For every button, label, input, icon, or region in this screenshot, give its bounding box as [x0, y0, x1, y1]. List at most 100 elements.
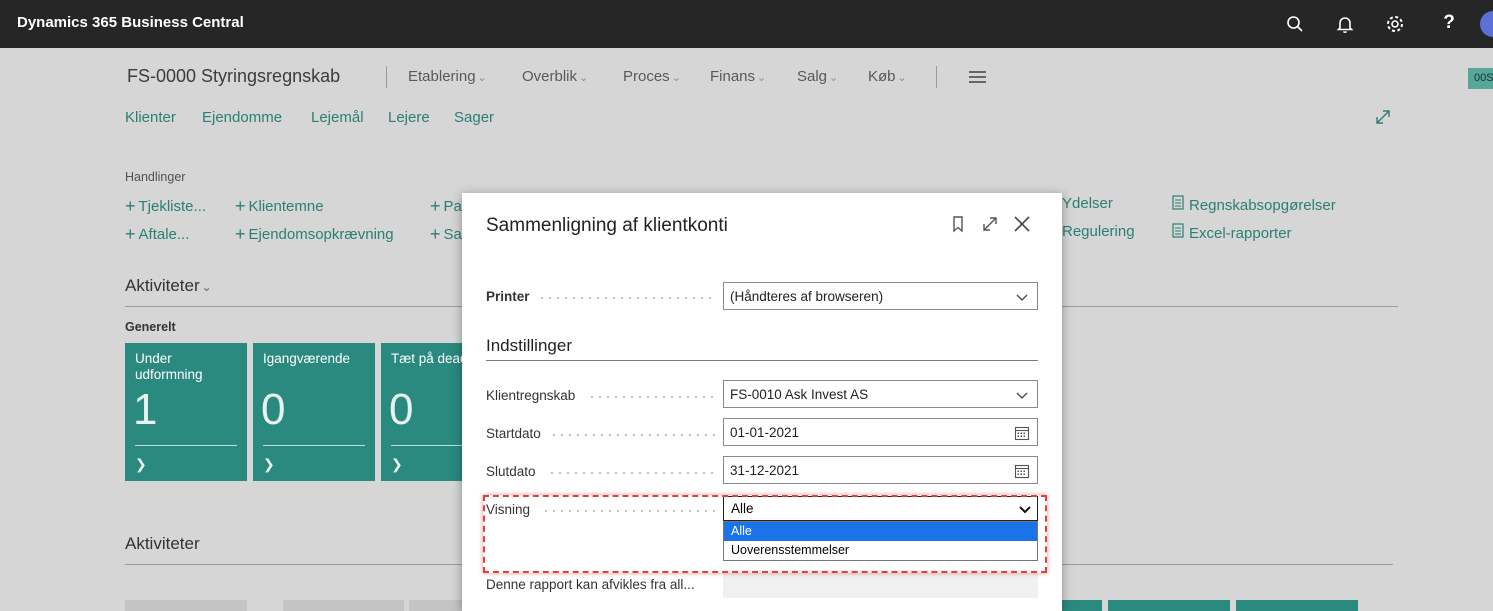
- plus-icon: +: [430, 224, 441, 244]
- chevron-down-icon: [1016, 392, 1028, 399]
- document-icon: [1172, 195, 1184, 214]
- expand-icon[interactable]: [1374, 108, 1392, 126]
- note-label: Denne rapport kan afvikles fra all...: [486, 577, 695, 592]
- top-bar: Dynamics 365 Business Central ?: [0, 0, 1493, 48]
- chevron-down-icon: ⌄: [671, 72, 681, 84]
- field-value: 31-12-2021: [730, 463, 800, 478]
- menu-proces[interactable]: Proces ⌄: [623, 68, 681, 85]
- printer-value: (Håndteres af browseren): [730, 289, 884, 304]
- nav-ejendomme[interactable]: Ejendomme: [202, 109, 282, 126]
- tile-divider: [135, 445, 237, 446]
- field-label: Startdato: [486, 426, 541, 441]
- menu-label: Proces: [623, 68, 670, 85]
- bell-icon[interactable]: [1333, 12, 1357, 36]
- help-icon[interactable]: ?: [1437, 12, 1461, 36]
- status-badge: 00S: [1468, 68, 1493, 89]
- action-sa[interactable]: + Sa: [430, 223, 462, 244]
- action-ejendomsopkraevning[interactable]: + Ejendomsopkrævning: [235, 223, 394, 244]
- leader-dots: [550, 434, 716, 436]
- cue-tile[interactable]: [409, 600, 462, 611]
- divider: [486, 360, 1038, 361]
- cue-tile[interactable]: [125, 600, 247, 611]
- nav-lejere[interactable]: Lejere: [388, 109, 430, 126]
- tile-divider: [263, 445, 365, 446]
- menu-label: Overblik: [522, 68, 578, 85]
- activity-tile[interactable]: Tæt på dead 0 ❯: [381, 343, 462, 481]
- activities-heading-2: Aktiviteter: [125, 534, 200, 553]
- menu-label: Finans: [710, 68, 756, 85]
- menu-kob[interactable]: Køb ⌄: [868, 68, 907, 85]
- leader-dots: [538, 297, 716, 299]
- calendar-icon[interactable]: [1014, 463, 1030, 479]
- plus-icon: +: [430, 196, 441, 216]
- gear-icon[interactable]: [1383, 12, 1407, 36]
- menu-salg[interactable]: Salg ⌄: [797, 68, 838, 85]
- nav-lejemaal[interactable]: Lejemål: [311, 109, 364, 126]
- hamburger-icon[interactable]: [969, 71, 986, 83]
- action-label: Excel-rapporter: [1189, 225, 1292, 242]
- actions-label: Handlinger: [125, 170, 186, 184]
- cue-tile[interactable]: [1236, 600, 1358, 611]
- slutdato-input[interactable]: 31-12-2021: [723, 456, 1038, 484]
- action-label: Klientemne: [248, 198, 324, 215]
- cue-tile[interactable]: [283, 600, 404, 611]
- company-name[interactable]: FS-0000 Styringsregnskab: [127, 66, 340, 87]
- chevron-down-icon: ⌄: [897, 72, 907, 84]
- tile-divider: [391, 445, 462, 446]
- action-ydelser[interactable]: Ydelser: [1062, 195, 1113, 212]
- plus-icon: +: [235, 196, 246, 216]
- bookmark-icon[interactable]: [948, 214, 968, 234]
- action-tjekliste[interactable]: + Tjekliste...: [125, 195, 206, 216]
- tile-name: Igangværende: [263, 351, 351, 366]
- action-regulering[interactable]: Regulering: [1062, 223, 1135, 240]
- menu-label: Etablering: [408, 68, 476, 85]
- action-aftale[interactable]: + Aftale...: [125, 223, 189, 244]
- action-label: Aftale...: [138, 226, 190, 243]
- field-label: Slutdato: [486, 464, 536, 479]
- action-label: Ejendomsopkrævning: [248, 226, 394, 243]
- tile-value: 0: [261, 385, 286, 434]
- action-excel-rapporter[interactable]: Excel-rapporter: [1172, 223, 1292, 242]
- startdato-input[interactable]: 01-01-2021: [723, 418, 1038, 446]
- chevron-down-icon: ⌄: [201, 280, 212, 294]
- nav-klienter[interactable]: Klienter: [125, 109, 176, 126]
- dialog-title: Sammenligning af klientkonti: [486, 215, 728, 236]
- action-label: Tjekliste...: [138, 198, 207, 215]
- expand-icon[interactable]: [980, 214, 1000, 234]
- action-regnskabsopgorelser[interactable]: Regnskabsopgørelser: [1172, 195, 1336, 214]
- action-label: Sa: [443, 226, 462, 243]
- menu-etablering[interactable]: Etablering ⌄: [408, 68, 487, 85]
- action-pa[interactable]: + Pa: [430, 195, 462, 216]
- cue-tile[interactable]: [1108, 600, 1230, 611]
- klientregnskab-select[interactable]: FS-0010 Ask Invest AS: [723, 380, 1038, 408]
- app-title[interactable]: Dynamics 365 Business Central: [17, 14, 244, 31]
- activity-tile[interactable]: Under udformning 1 ❯: [125, 343, 247, 481]
- leader-dots: [588, 396, 716, 398]
- activities-group-label: Generelt: [125, 320, 176, 334]
- tile-value: 0: [389, 385, 414, 434]
- field-value: 01-01-2021: [730, 425, 800, 440]
- field-label: Klientregnskab: [486, 388, 576, 403]
- action-label: Regnskabsopgørelser: [1189, 197, 1336, 214]
- menu-finans[interactable]: Finans ⌄: [710, 68, 766, 85]
- search-icon[interactable]: [1283, 12, 1307, 36]
- chevron-right-icon: ❯: [263, 456, 275, 472]
- cue-tile[interactable]: [1062, 600, 1102, 611]
- nav-sager[interactable]: Sager: [454, 109, 494, 126]
- printer-select[interactable]: (Håndteres af browseren): [723, 282, 1038, 310]
- activity-tile[interactable]: Igangværende 0 ❯: [253, 343, 375, 481]
- menu-overblik[interactable]: Overblik ⌄: [522, 68, 588, 85]
- tile-value: 1: [133, 385, 158, 434]
- field-value: FS-0010 Ask Invest AS: [730, 387, 869, 402]
- avatar[interactable]: [1480, 11, 1493, 37]
- header-divider: [936, 66, 937, 88]
- action-klientemne[interactable]: + Klientemne: [235, 195, 324, 216]
- printer-label: Printer: [486, 289, 530, 304]
- document-icon: [1172, 223, 1184, 242]
- activities-heading[interactable]: Aktiviteter ⌄: [125, 276, 212, 296]
- calendar-icon[interactable]: [1014, 425, 1030, 441]
- header-divider: [386, 66, 387, 88]
- plus-icon: +: [125, 224, 136, 244]
- close-icon[interactable]: [1012, 214, 1032, 234]
- menu-label: Salg: [797, 68, 828, 85]
